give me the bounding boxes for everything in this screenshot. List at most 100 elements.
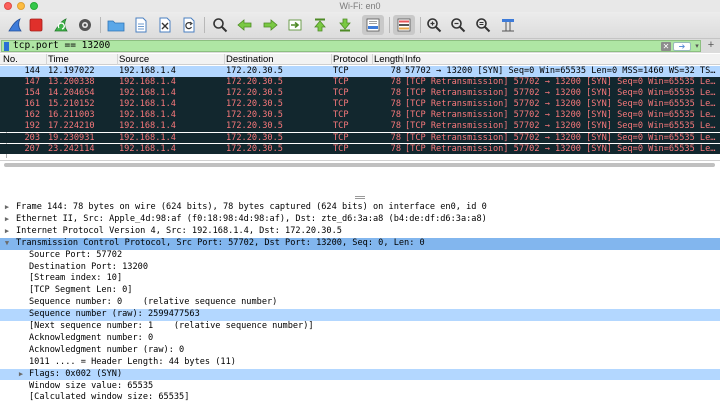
tree-item-field[interactable]: 1011 .... = Header Length: 44 bytes (11) bbox=[0, 357, 720, 369]
autoscroll-button[interactable] bbox=[362, 15, 384, 35]
find-packet-button[interactable] bbox=[210, 15, 230, 35]
tree-item-field[interactable]: Source Port: 57702 bbox=[0, 250, 720, 262]
tree-item-field[interactable]: Sequence number: 0 (relative sequence nu… bbox=[0, 297, 720, 309]
splitter-grip[interactable] bbox=[355, 196, 365, 199]
normal-size-button[interactable] bbox=[473, 15, 493, 35]
zoom-out-button[interactable] bbox=[448, 15, 468, 35]
packet-source: 192.168.1.4 bbox=[119, 121, 176, 132]
packet-row[interactable]: 162 16.211003 192.168.1.4 172.20.30.5 TC… bbox=[0, 110, 720, 121]
add-filter-button[interactable]: + bbox=[705, 39, 717, 51]
packet-row[interactable]: 207 23.242114 192.168.1.4 172.20.30.5 TC… bbox=[0, 143, 720, 155]
expanded-triangle-icon[interactable]: ▼ bbox=[3, 238, 11, 250]
tree-item-label: [Stream index: 10] bbox=[29, 273, 123, 284]
packet-row[interactable]: 192 17.224210 192.168.1.4 172.20.30.5 TC… bbox=[0, 121, 720, 132]
tree-item-field[interactable]: Window size value: 65535 bbox=[0, 381, 720, 393]
tree-item-field[interactable]: [Next sequence number: 1 (relative seque… bbox=[0, 321, 720, 333]
shark-fin-start-icon bbox=[8, 18, 22, 32]
close-file-button[interactable] bbox=[155, 15, 175, 35]
packet-destination: 172.20.30.5 bbox=[226, 132, 283, 143]
capture-options-button[interactable] bbox=[75, 15, 95, 35]
collapsed-triangle-icon[interactable]: ▶ bbox=[17, 369, 25, 381]
collapsed-triangle-icon[interactable]: ▶ bbox=[3, 214, 11, 226]
packet-row[interactable]: 147 13.200338 192.168.1.4 172.20.30.5 TC… bbox=[0, 77, 720, 88]
first-packet-button[interactable] bbox=[310, 15, 330, 35]
packet-row[interactable]: 154 14.204654 192.168.1.4 172.20.30.5 TC… bbox=[0, 88, 720, 99]
packet-destination: 172.20.30.5 bbox=[226, 121, 283, 132]
tree-item-ipv4[interactable]: ▶ Internet Protocol Version 4, Src: 192.… bbox=[0, 226, 720, 238]
display-filter-bar: tcp.port == 13200 ✕ ➔ ▾ + bbox=[0, 39, 720, 53]
column-divider[interactable] bbox=[224, 54, 225, 65]
go-back-button[interactable] bbox=[235, 15, 255, 35]
tree-item-label: Acknowledgment number: 0 bbox=[29, 332, 154, 343]
window-title: Wi-Fi: en0 bbox=[339, 1, 381, 11]
packet-source: 192.168.1.4 bbox=[119, 143, 176, 154]
open-file-button[interactable] bbox=[106, 15, 126, 35]
file-icon bbox=[135, 17, 147, 33]
tree-item-field[interactable]: Acknowledgment number (raw): 0 bbox=[0, 345, 720, 357]
resize-columns-button[interactable] bbox=[498, 15, 518, 35]
stop-capture-button[interactable] bbox=[26, 15, 46, 35]
column-divider[interactable] bbox=[403, 54, 404, 65]
column-header-length[interactable]: Length bbox=[374, 54, 404, 65]
filter-bookmark-icon[interactable] bbox=[4, 42, 9, 51]
reload-file-button[interactable] bbox=[179, 15, 199, 35]
tree-item-field[interactable]: Sequence number (raw): 2599477563 bbox=[0, 309, 720, 321]
save-file-button[interactable] bbox=[131, 15, 151, 35]
tree-item-label: Flags: 0x002 (SYN) bbox=[29, 368, 123, 379]
tree-item-flags[interactable]: ▶ Flags: 0x002 (SYN) bbox=[0, 368, 720, 381]
tree-item-field[interactable]: [Stream index: 10] bbox=[0, 273, 720, 285]
tree-item-frame[interactable]: ▶ Frame 144: 78 bytes on wire (624 bits)… bbox=[0, 202, 720, 214]
tree-item-ethernet[interactable]: ▶ Ethernet II, Src: Apple_4d:98:af (f0:1… bbox=[0, 214, 720, 226]
packet-destination: 172.20.30.5 bbox=[226, 110, 283, 121]
packet-time: 19.230931 bbox=[48, 132, 95, 143]
restart-capture-button[interactable] bbox=[51, 15, 71, 35]
packet-length: 78 bbox=[390, 99, 401, 110]
stop-icon bbox=[29, 18, 43, 32]
horizontal-scrollbar[interactable] bbox=[4, 163, 715, 167]
start-capture-button[interactable] bbox=[5, 15, 25, 35]
autoscroll-icon bbox=[366, 18, 380, 32]
tree-item-field[interactable]: [TCP Segment Len: 0] bbox=[0, 285, 720, 297]
collapsed-triangle-icon[interactable]: ▶ bbox=[3, 226, 11, 238]
recent-filters-dropdown[interactable]: ▾ bbox=[693, 42, 701, 51]
tree-item-label: Internet Protocol Version 4, Src: 192.16… bbox=[16, 225, 342, 236]
column-header-source[interactable]: Source bbox=[119, 54, 225, 65]
packet-row[interactable]: 203 19.230931 192.168.1.4 172.20.30.5 TC… bbox=[0, 132, 720, 143]
packet-length: 78 bbox=[390, 143, 401, 154]
first-packet-icon bbox=[314, 18, 326, 32]
column-divider[interactable] bbox=[46, 54, 47, 65]
go-to-packet-button[interactable] bbox=[285, 15, 305, 35]
column-divider[interactable] bbox=[372, 54, 373, 65]
tree-item-field[interactable]: [Calculated window size: 65535] bbox=[0, 392, 720, 404]
resize-columns-icon bbox=[502, 19, 514, 32]
column-header-time[interactable]: Time bbox=[48, 54, 118, 65]
colorize-icon bbox=[397, 18, 411, 32]
column-header-protocol[interactable]: Protocol bbox=[333, 54, 373, 65]
open-folder-icon bbox=[107, 20, 125, 32]
packet-list-header: No. Time Source Destination Protocol Len… bbox=[0, 54, 720, 65]
collapsed-triangle-icon[interactable]: ▶ bbox=[3, 202, 11, 214]
go-forward-button[interactable] bbox=[260, 15, 280, 35]
packet-length: 78 bbox=[390, 88, 401, 99]
display-filter-input[interactable]: tcp.port == 13200 ✕ ➔ ▾ bbox=[1, 40, 701, 52]
packet-row[interactable]: 144 12.197022 192.168.1.4 172.20.30.5 TC… bbox=[0, 66, 720, 77]
column-header-no[interactable]: No. bbox=[3, 54, 47, 65]
packet-destination: 172.20.30.5 bbox=[226, 143, 283, 154]
packet-info: [TCP Retransmission] 57702 → 13200 [SYN]… bbox=[405, 110, 716, 121]
display-filter-text[interactable]: tcp.port == 13200 bbox=[13, 41, 110, 51]
column-divider[interactable] bbox=[331, 54, 332, 65]
tree-item-field[interactable]: Destination Port: 13200 bbox=[0, 262, 720, 274]
apply-filter-button[interactable]: ➔ bbox=[673, 42, 691, 51]
colorize-button[interactable] bbox=[393, 15, 415, 35]
tree-item-label: [Calculated window size: 65535] bbox=[29, 392, 190, 403]
packet-row[interactable]: 161 15.210152 192.168.1.4 172.20.30.5 TC… bbox=[0, 99, 720, 110]
zoom-in-button[interactable] bbox=[424, 15, 444, 35]
column-header-info[interactable]: Info bbox=[405, 54, 720, 65]
last-packet-button[interactable] bbox=[335, 15, 355, 35]
tree-item-field[interactable]: Acknowledgment number: 0 bbox=[0, 333, 720, 345]
column-divider[interactable] bbox=[117, 54, 118, 65]
tree-item-tcp[interactable]: ▼ Transmission Control Protocol, Src Por… bbox=[0, 237, 720, 250]
clear-filter-button[interactable]: ✕ bbox=[661, 42, 671, 51]
packet-protocol: TCP bbox=[333, 77, 349, 87]
column-header-destination[interactable]: Destination bbox=[226, 54, 332, 65]
